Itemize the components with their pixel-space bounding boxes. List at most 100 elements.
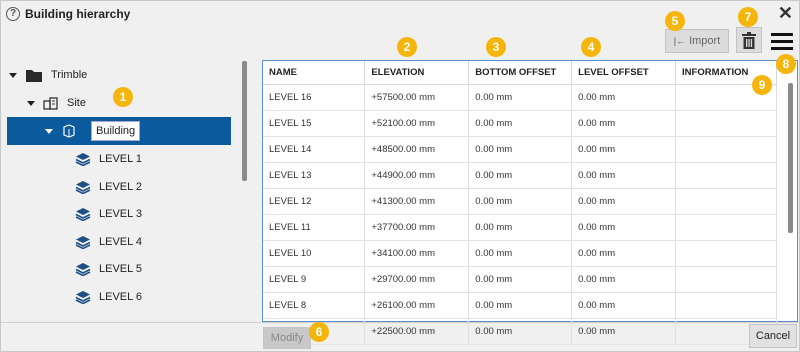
cell-bottom-offset[interactable]: 0.00 mm xyxy=(468,188,573,215)
cell-name[interactable]: LEVEL 13 xyxy=(263,162,366,189)
cell-information[interactable] xyxy=(675,110,777,137)
table-scrollbar[interactable] xyxy=(788,83,793,233)
column-header-elevation[interactable]: ELEVATION xyxy=(364,61,470,85)
cell-elevation[interactable]: +41300.00 mm xyxy=(364,188,470,215)
help-icon[interactable]: ? xyxy=(6,7,20,21)
modify-button[interactable]: Modify xyxy=(263,327,311,349)
expand-caret-icon[interactable] xyxy=(45,128,53,134)
table-row[interactable]: LEVEL 9 +29700.00 mm 0.00 mm 0.00 mm xyxy=(263,266,777,293)
cell-information[interactable] xyxy=(675,214,777,241)
cell-elevation[interactable]: +52100.00 mm xyxy=(364,110,470,137)
level-layers-icon xyxy=(75,235,91,249)
callout-badge: 6 xyxy=(309,322,329,342)
callout-badge: 7 xyxy=(738,7,758,27)
callout-badge: 8 xyxy=(776,54,796,74)
cell-level-offset[interactable]: 0.00 mm xyxy=(571,162,677,189)
cell-name[interactable]: LEVEL 15 xyxy=(263,110,366,137)
levels-table: NAME ELEVATION BOTTOM OFFSET LEVEL OFFSE… xyxy=(263,61,777,345)
delete-button[interactable] xyxy=(736,27,762,53)
callout-badge: 9 xyxy=(752,75,772,95)
level-layers-icon xyxy=(75,208,91,222)
tree-node-site[interactable]: Site xyxy=(27,89,86,117)
tree-node-level[interactable]: LEVEL 2 xyxy=(75,173,142,201)
cell-level-offset[interactable]: 0.00 mm xyxy=(571,136,677,163)
tree-node-level[interactable]: LEVEL 1 xyxy=(75,145,142,173)
cell-bottom-offset[interactable]: 0.00 mm xyxy=(468,292,573,319)
hamburger-menu-icon xyxy=(771,33,793,50)
cell-level-offset[interactable]: 0.00 mm xyxy=(571,214,677,241)
cell-level-offset[interactable]: 0.00 mm xyxy=(571,266,677,293)
tree-node-level[interactable]: LEVEL 4 xyxy=(75,228,142,256)
callout-badge: 1 xyxy=(113,87,133,107)
column-header-name[interactable]: NAME xyxy=(263,61,366,85)
cell-bottom-offset[interactable]: 0.00 mm xyxy=(468,214,573,241)
callout-badge: 4 xyxy=(581,37,601,57)
cell-elevation[interactable]: +34100.00 mm xyxy=(364,240,470,267)
cell-information[interactable] xyxy=(675,136,777,163)
expand-caret-icon[interactable] xyxy=(27,100,35,106)
tree-node-label: LEVEL 1 xyxy=(99,153,143,165)
column-header-bottom-offset[interactable]: BOTTOM OFFSET xyxy=(468,61,573,85)
tree-node-level[interactable]: LEVEL 6 xyxy=(75,283,142,311)
import-icon: |← xyxy=(673,36,686,46)
cell-information[interactable] xyxy=(675,266,777,293)
cell-elevation[interactable]: +26100.00 mm xyxy=(364,292,470,319)
column-header-level-offset[interactable]: LEVEL OFFSET xyxy=(571,61,677,85)
cancel-button[interactable]: Cancel xyxy=(749,324,797,348)
trash-icon xyxy=(742,31,756,49)
table-row[interactable]: LEVEL 14 +48500.00 mm 0.00 mm 0.00 mm xyxy=(263,136,777,163)
cell-name[interactable]: LEVEL 10 xyxy=(263,240,366,267)
cell-name[interactable]: LEVEL 16 xyxy=(263,84,366,111)
footer-divider xyxy=(1,322,799,323)
cell-bottom-offset[interactable]: 0.00 mm xyxy=(468,136,573,163)
cell-elevation[interactable]: +57500.00 mm xyxy=(364,84,470,111)
cell-level-offset[interactable]: 0.00 mm xyxy=(571,84,677,111)
expand-caret-icon[interactable] xyxy=(9,72,17,78)
tree-node-label: LEVEL 4 xyxy=(99,235,143,248)
building-icon xyxy=(63,124,75,138)
cell-name[interactable]: LEVEL 12 xyxy=(263,188,366,215)
table-row[interactable]: LEVEL 11 +37700.00 mm 0.00 mm 0.00 mm xyxy=(263,214,777,241)
level-layers-icon xyxy=(75,291,91,304)
table-row[interactable]: LEVEL 13 +44900.00 mm 0.00 mm 0.00 mm xyxy=(263,162,777,189)
tree-node-label: LEVEL 5 xyxy=(99,263,143,276)
table-row[interactable]: LEVEL 16 +57500.00 mm 0.00 mm 0.00 mm xyxy=(263,84,777,111)
cell-bottom-offset[interactable]: 0.00 mm xyxy=(468,162,573,189)
tree-node-label: LEVEL 3 xyxy=(99,208,143,221)
table-row[interactable]: LEVEL 15 +52100.00 mm 0.00 mm 0.00 mm xyxy=(263,110,777,137)
cell-bottom-offset[interactable]: 0.00 mm xyxy=(468,110,573,137)
tree-node-level[interactable]: LEVEL 3 xyxy=(75,200,142,228)
tree-node-label: LEVEL 6 xyxy=(99,291,143,303)
cell-level-offset[interactable]: 0.00 mm xyxy=(571,110,677,137)
cell-information[interactable] xyxy=(675,292,777,319)
cell-elevation[interactable]: +29700.00 mm xyxy=(364,266,470,293)
cell-bottom-offset[interactable]: 0.00 mm xyxy=(468,240,573,267)
tree-node-level[interactable]: LEVEL 5 xyxy=(75,255,142,283)
table-row[interactable]: LEVEL 10 +34100.00 mm 0.00 mm 0.00 mm xyxy=(263,240,777,267)
cell-name[interactable]: LEVEL 9 xyxy=(263,266,366,293)
import-button[interactable]: |← Import xyxy=(665,29,729,53)
cell-name[interactable]: LEVEL 8 xyxy=(263,292,366,319)
tree-node-building[interactable]: Building xyxy=(7,117,231,145)
tree-node-trimble[interactable]: Trimble xyxy=(9,61,87,89)
level-layers-icon xyxy=(75,263,91,277)
cell-information[interactable] xyxy=(675,240,777,267)
tree-node-label-edit[interactable]: Building xyxy=(91,121,141,141)
cell-bottom-offset[interactable]: 0.00 mm xyxy=(468,266,573,293)
cell-elevation[interactable]: +44900.00 mm xyxy=(364,162,470,189)
cell-level-offset[interactable]: 0.00 mm xyxy=(571,188,677,215)
cell-information[interactable] xyxy=(675,188,777,215)
cell-elevation[interactable]: +37700.00 mm xyxy=(364,214,470,241)
cell-level-offset[interactable]: 0.00 mm xyxy=(571,292,677,319)
cell-elevation[interactable]: +48500.00 mm xyxy=(364,136,470,163)
cell-bottom-offset[interactable]: 0.00 mm xyxy=(468,84,573,111)
tree-scrollbar[interactable] xyxy=(242,61,247,181)
table-row[interactable]: LEVEL 12 +41300.00 mm 0.00 mm 0.00 mm xyxy=(263,188,777,215)
cell-name[interactable]: LEVEL 11 xyxy=(263,214,366,241)
cell-level-offset[interactable]: 0.00 mm xyxy=(571,240,677,267)
cell-information[interactable] xyxy=(675,162,777,189)
table-row[interactable]: LEVEL 8 +26100.00 mm 0.00 mm 0.00 mm xyxy=(263,292,777,319)
cell-name[interactable]: LEVEL 14 xyxy=(263,136,366,163)
menu-button[interactable] xyxy=(769,30,795,52)
close-icon[interactable]: ✕ xyxy=(778,3,793,23)
